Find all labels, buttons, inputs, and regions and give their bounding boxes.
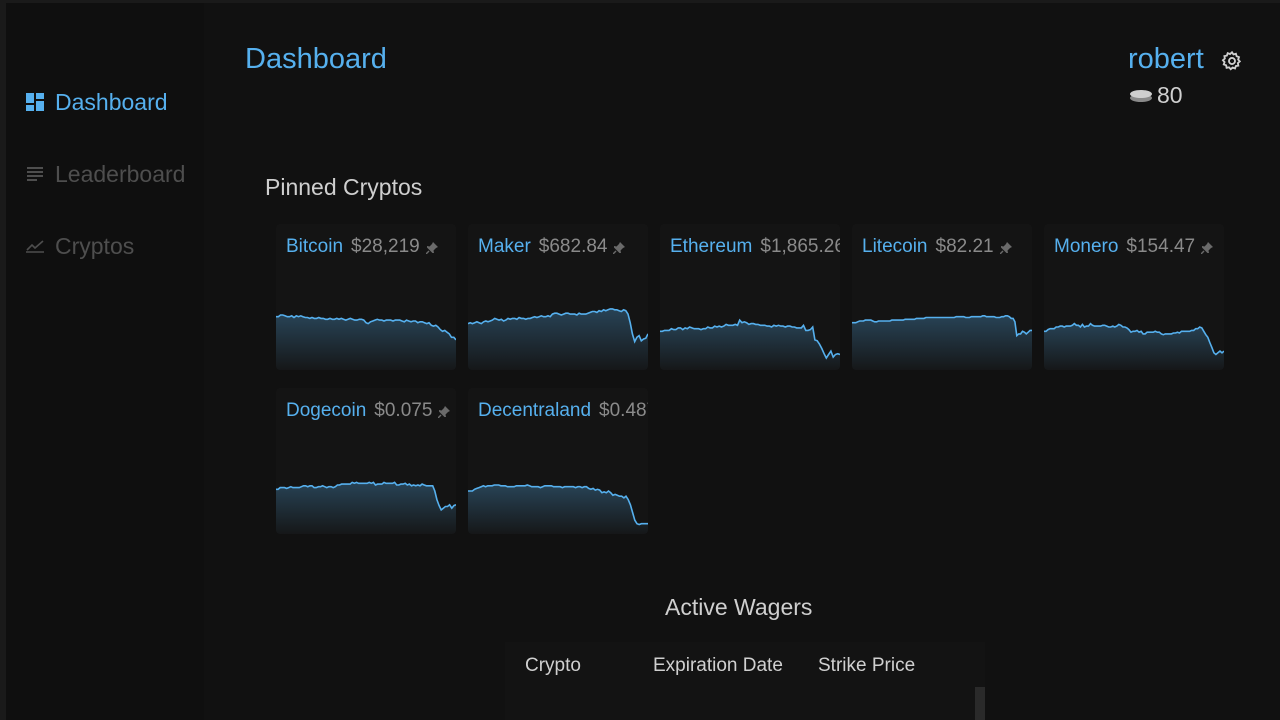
- crypto-name: Maker: [478, 236, 531, 257]
- crypto-card-decentraland[interactable]: Decentraland $0.487: [468, 388, 648, 534]
- crypto-name: Bitcoin: [286, 236, 344, 257]
- crypto-card-header: Dogecoin $0.075: [286, 400, 451, 422]
- coin-count: 80: [1157, 82, 1183, 108]
- pin-icon[interactable]: [437, 405, 451, 419]
- sidebar-item-label: Leaderboard: [55, 160, 186, 187]
- crypto-name: Ethereum: [670, 236, 753, 257]
- chart-line-icon: [26, 237, 44, 255]
- crypto-card-header: Ethereum $1,865.26: [670, 236, 840, 258]
- coin-balance: 80: [1129, 82, 1183, 109]
- crypto-card-header: Litecoin $82.21: [862, 236, 1012, 258]
- pinned-cryptos-title: Pinned Cryptos: [265, 174, 423, 200]
- crypto-price: $154.47: [1126, 236, 1196, 257]
- sparkline-area: [852, 315, 1032, 370]
- crypto-name: Litecoin: [862, 236, 928, 257]
- crypto-card-ethereum[interactable]: Ethereum $1,865.26: [660, 224, 840, 370]
- sparkline-area: [276, 482, 456, 534]
- crypto-card-header: Monero $154.47: [1054, 236, 1214, 258]
- active-wagers-title: Active Wagers: [665, 594, 813, 620]
- coin-stack-icon: [1129, 89, 1153, 103]
- crypto-card-header: Decentraland $0.487: [478, 400, 648, 422]
- sidebar-item-label: Cryptos: [55, 232, 135, 259]
- crypto-card-bitcoin[interactable]: Bitcoin $28,219: [276, 224, 456, 370]
- sidebar-item-cryptos[interactable]: Cryptos: [26, 231, 134, 261]
- sidebar: Dashboard Leaderboard Cryptos: [6, 3, 204, 720]
- crypto-card-maker[interactable]: Maker $682.84: [468, 224, 648, 370]
- crypto-card-monero[interactable]: Monero $154.47: [1044, 224, 1224, 370]
- crypto-price: $0.075: [374, 400, 433, 421]
- username-link[interactable]: robert: [1128, 43, 1204, 76]
- list-icon: [26, 165, 44, 183]
- column-header-strike-price[interactable]: Strike Price: [818, 655, 915, 677]
- crypto-name: Dogecoin: [286, 400, 367, 421]
- price-sparkline: [852, 314, 1032, 370]
- sidebar-item-label: Dashboard: [55, 88, 168, 115]
- sparkline-area: [468, 485, 648, 534]
- crypto-price: $1,865.26: [760, 236, 840, 257]
- crypto-price: $0.487: [599, 400, 648, 421]
- wagers-table: [505, 642, 985, 720]
- crypto-name: Decentraland: [478, 400, 592, 421]
- pin-icon[interactable]: [1200, 241, 1214, 255]
- crypto-card-header: Maker $682.84: [478, 236, 626, 258]
- price-sparkline: [1044, 322, 1224, 370]
- price-sparkline: [468, 308, 648, 370]
- gear-icon[interactable]: [1221, 50, 1243, 72]
- crypto-card-dogecoin[interactable]: Dogecoin $0.075: [276, 388, 456, 534]
- dashboard-icon: [26, 93, 44, 111]
- pin-icon[interactable]: [999, 241, 1012, 255]
- crypto-price: $28,219: [351, 236, 420, 257]
- crypto-card-header: Bitcoin $28,219: [286, 236, 438, 258]
- column-header-crypto[interactable]: Crypto: [525, 655, 581, 677]
- table-scrollbar[interactable]: [975, 687, 985, 720]
- crypto-card-litecoin[interactable]: Litecoin $82.21: [852, 224, 1032, 370]
- crypto-price: $682.84: [538, 236, 608, 257]
- column-header-expiration-date[interactable]: Expiration Date: [653, 655, 783, 677]
- sidebar-item-dashboard[interactable]: Dashboard: [26, 87, 168, 117]
- page-title: Dashboard: [245, 43, 387, 75]
- pin-icon[interactable]: [425, 241, 438, 255]
- price-sparkline: [660, 318, 840, 370]
- crypto-price: $82.21: [935, 236, 994, 257]
- price-sparkline: [276, 314, 456, 370]
- price-sparkline: [276, 481, 456, 534]
- crypto-name: Monero: [1054, 236, 1119, 257]
- price-sparkline: [468, 484, 648, 534]
- sidebar-item-leaderboard[interactable]: Leaderboard: [26, 159, 185, 189]
- pin-icon[interactable]: [612, 241, 626, 255]
